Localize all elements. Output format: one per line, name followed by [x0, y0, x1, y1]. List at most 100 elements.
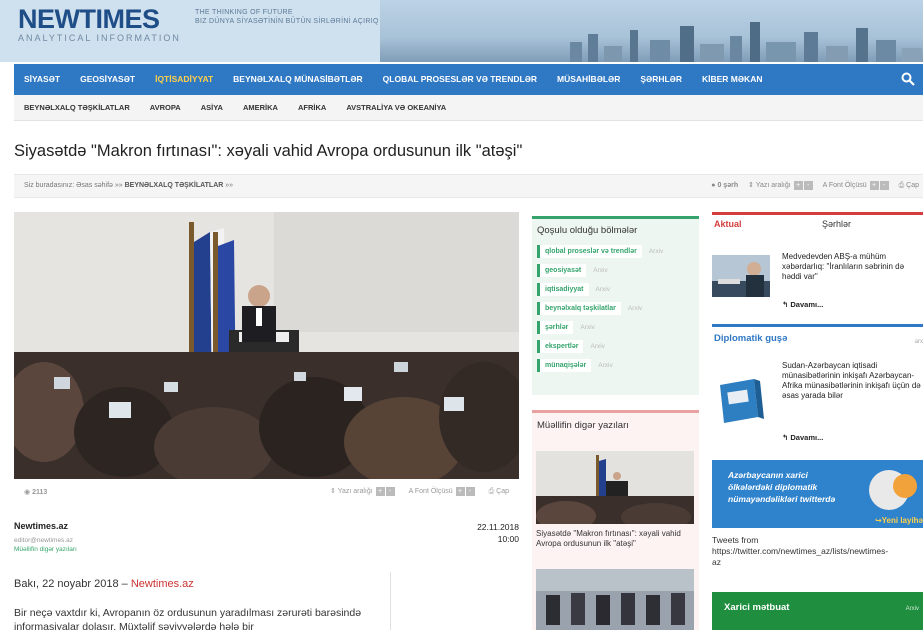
- print-icon: ⎙: [488, 487, 495, 495]
- section-tag[interactable]: ekspertlər: [537, 340, 584, 353]
- breadcrumb-section[interactable]: BEYNƏLXALQ TƏŞKİLATLAR: [125, 182, 224, 189]
- tweets-line-2[interactable]: https://twitter.com/newtimes_az/lists/ne…: [712, 546, 923, 557]
- section-row: beynəlxalq təşkilatlar Arxiv: [532, 299, 699, 318]
- new-project-label: ↪Yeni layihə: [874, 516, 923, 525]
- section-tag[interactable]: münaqişələr: [537, 359, 592, 372]
- diplomatic-title[interactable]: Diplomatik guşə: [712, 327, 923, 350]
- article-photo: [14, 212, 519, 479]
- aktual-news-title[interactable]: Medvedevden ABŞ-a mühüm xəbərdarlıq: "İr…: [782, 252, 923, 282]
- section-tag[interactable]: iqtisadiyyat: [537, 283, 589, 296]
- nav-item-iqtisadiyyat[interactable]: İQTİSADİYYAT: [145, 64, 223, 95]
- tab-aktual[interactable]: Aktual: [712, 219, 782, 229]
- section-row: qlobal proseslər və trendlər Arxiv: [532, 242, 699, 261]
- subnav-item-avstraliya[interactable]: AVSTRALİYA VƏ OKEANİYA: [336, 103, 456, 112]
- font-increase-button[interactable]: +: [455, 487, 465, 496]
- archive-link[interactable]: Arxiv: [596, 286, 610, 293]
- banner-line-3: nümayəndəlikləri twitterdə: [728, 494, 836, 504]
- breadcrumb-suffix: »»: [225, 182, 234, 189]
- breadcrumb-bar: Siz buradasınız: Əsas səhifə »» BEYNƏLXA…: [14, 174, 923, 198]
- diplomatic-archive-link[interactable]: arx: [915, 339, 923, 345]
- twitter-banner-text: Azərbaycanın xarici ölkələrdəki diplomat…: [728, 469, 835, 505]
- line-spacing-control-bottom[interactable]: ⇕ Yazı aralığı + -: [330, 487, 395, 496]
- site-logo[interactable]: NEWTIMES ANALYTICAL INFORMATION: [18, 4, 181, 43]
- tweets-line-3: az: [712, 557, 721, 567]
- font-decrease-button[interactable]: -: [879, 181, 889, 190]
- archive-link[interactable]: Arxiv: [649, 248, 663, 255]
- foreign-press-title[interactable]: Xarici mətbuat: [724, 602, 789, 613]
- related-article-caption[interactable]: Siyasətdə "Makron fırtınası": xəyali vah…: [536, 529, 696, 549]
- print-button-bottom[interactable]: ⎙ Çap: [489, 488, 509, 496]
- font-decrease-button[interactable]: -: [465, 487, 475, 496]
- sub-nav: BEYNƏLXALQ TƏŞKİLATLAR AVROPA ASİYA AMER…: [14, 95, 923, 121]
- twitter-banner[interactable]: Azərbaycanın xarici ölkələrdəki diplomat…: [712, 460, 923, 528]
- increase-button[interactable]: +: [375, 487, 385, 496]
- diplomatic-more-link[interactable]: ↰ Davamı...: [782, 433, 823, 442]
- subnav-item-amerika[interactable]: AMERİKA: [233, 103, 288, 112]
- publish-date: 22.11.2018 10:00: [477, 521, 519, 545]
- line-spacing-control[interactable]: ⇕ Yazı aralığı + -: [748, 181, 813, 190]
- tab-serhler[interactable]: Şərhlər: [782, 219, 851, 229]
- publish-date-value: 22.11.2018: [477, 522, 519, 532]
- author-name[interactable]: Newtimes.az: [14, 521, 68, 531]
- section-tag[interactable]: qlobal proseslər və trendlər: [537, 245, 642, 258]
- related-article-image[interactable]: [536, 451, 694, 524]
- article-lead: Bakı, 22 noyabr 2018 – Newtimes.az: [14, 578, 194, 590]
- increase-button[interactable]: +: [793, 181, 803, 190]
- aktual-news-image[interactable]: [712, 255, 770, 297]
- aktual-more-link[interactable]: ↰ Davamı...: [782, 300, 823, 309]
- publish-time: 10:00: [497, 534, 519, 544]
- comments-count[interactable]: ● 0 şərh: [711, 182, 738, 189]
- subnav-item-asiya[interactable]: ASİYA: [191, 103, 233, 112]
- section-row: iqtisadiyyat Arxiv: [532, 280, 699, 299]
- archive-link[interactable]: Arxiv: [580, 324, 594, 331]
- diplomatic-widget: Diplomatik guşə arx Sudan-Azərbaycan iqt…: [712, 324, 923, 454]
- decrease-button[interactable]: -: [803, 181, 813, 190]
- book-image[interactable]: [716, 377, 772, 423]
- diplomatic-text[interactable]: Sudan-Azərbaycan iqtisadi münasibətlərin…: [782, 361, 923, 401]
- nav-item-geosiyaset[interactable]: GEOSİYASƏT: [70, 64, 145, 95]
- nav-item-musahibeler[interactable]: MÜSAHİBƏLƏR: [547, 64, 630, 95]
- page-title: Siyasətdə "Makron fırtınası": xəyali vah…: [14, 142, 523, 160]
- article-tools: ● 0 şərh ⇕ Yazı aralığı + - A Font Ölçüsü…: [711, 181, 919, 190]
- nav-item-kiber-mekan[interactable]: KİBER MƏKAN: [692, 64, 772, 95]
- nav-item-siyaset[interactable]: SİYASƏT: [14, 64, 70, 95]
- section-row: münaqişələr Arxiv: [532, 356, 699, 375]
- print-button[interactable]: ⎙ Çap: [899, 182, 919, 190]
- subnav-item-beynelxalq-teskilatlar[interactable]: BEYNƏLXALQ TƏŞKİLATLAR: [14, 103, 140, 112]
- font-increase-button[interactable]: +: [869, 181, 879, 190]
- sections-box: Qoşulu olduğu bölmələr qlobal proseslər …: [532, 216, 699, 395]
- section-tag[interactable]: şərhlər: [537, 321, 574, 334]
- breadcrumb-prefix[interactable]: Siz buradasınız: Əsas səhifə »»: [24, 182, 123, 189]
- decrease-button[interactable]: -: [385, 487, 395, 496]
- views-count: ◉ 2113: [24, 489, 48, 496]
- archive-link[interactable]: Arxiv: [593, 267, 607, 274]
- author-email[interactable]: editor@newtimes.az: [14, 537, 73, 544]
- author-other-articles-link[interactable]: Müəllifin digər yazıları: [14, 546, 77, 553]
- font-size-control-bottom[interactable]: A Font Ölçüsü + -: [409, 487, 475, 496]
- breadcrumb: Siz buradasınız: Əsas səhifə »» BEYNƏLXA…: [24, 182, 233, 189]
- tweets-embed[interactable]: Tweets from https://twitter.com/newtimes…: [712, 535, 923, 568]
- social-icon: [893, 474, 917, 498]
- search-icon[interactable]: [901, 72, 915, 86]
- archive-link[interactable]: Arxiv: [628, 305, 642, 312]
- subnav-item-avropa[interactable]: AVROPA: [140, 103, 191, 112]
- archive-link[interactable]: Arxiv: [598, 362, 612, 369]
- section-tag[interactable]: beynəlxalq təşkilatlar: [537, 302, 621, 315]
- subnav-item-afrika[interactable]: AFRİKA: [288, 103, 336, 112]
- city-skyline-image: [570, 22, 922, 62]
- section-row: şərhlər Arxiv: [532, 318, 699, 337]
- author-articles-box: Müəllifin digər yazıları Siyasətdə "Makr…: [532, 410, 699, 630]
- font-size-control[interactable]: A Font Ölçüsü + -: [823, 181, 889, 190]
- arrow-icon: ↰: [782, 300, 789, 309]
- nav-item-qlobal-prosesler[interactable]: QLOBAL PROSESLƏR VƏ TRENDLƏR: [373, 64, 547, 95]
- archive-link[interactable]: Arxiv: [590, 343, 604, 350]
- section-tag[interactable]: geosiyasət: [537, 264, 587, 277]
- tagline-line-2: BIZ DÜNYA SİYASƏTİNİN BÜTÜN SİRLƏRİNİ AÇ…: [195, 18, 379, 25]
- nav-item-beynelxalq-munasibetler[interactable]: BEYNƏLXALQ MÜNASİBƏTLƏR: [223, 64, 372, 95]
- lead-source-link[interactable]: Newtimes.az: [131, 578, 194, 590]
- font-icon: A: [822, 182, 827, 189]
- author-articles-title: Müəllifin digər yazıları: [537, 420, 629, 431]
- related-article-image-2[interactable]: [536, 569, 694, 630]
- foreign-press-archive[interactable]: Arxiv: [906, 606, 919, 612]
- nav-item-serhler[interactable]: ŞƏRHLƏR: [630, 64, 692, 95]
